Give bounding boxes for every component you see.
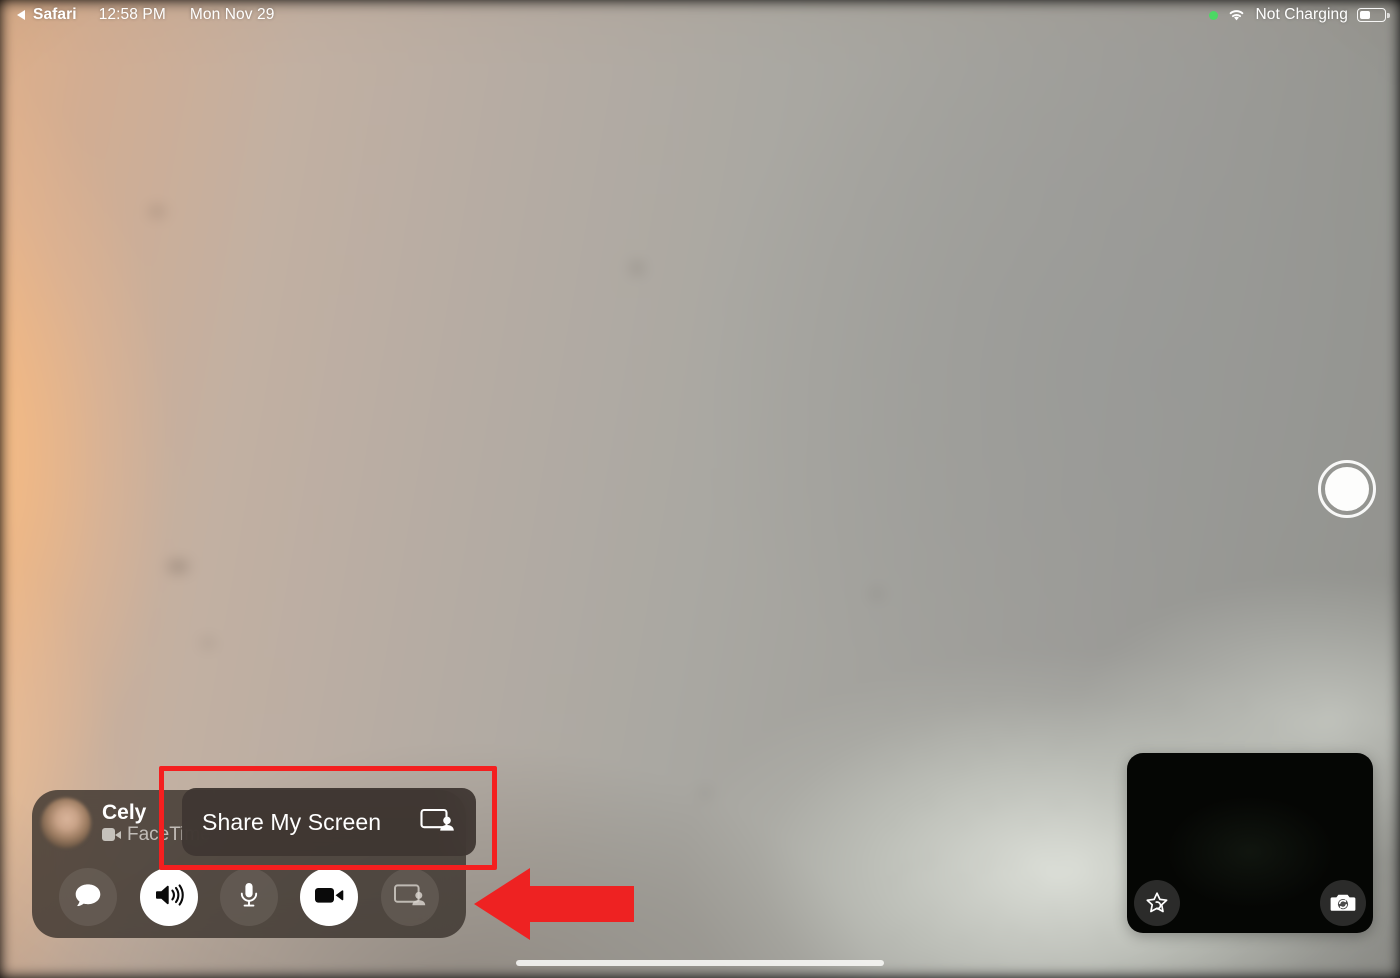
annotation-highlight-rectangle <box>159 766 497 870</box>
home-indicator-bar[interactable] <box>516 960 884 966</box>
battery-icon <box>1357 8 1390 22</box>
effects-star-icon[interactable] <box>1134 880 1180 926</box>
wifi-icon <box>1227 8 1246 22</box>
status-back-app-label[interactable]: Safari <box>33 6 77 24</box>
status-date: Mon Nov 29 <box>189 6 275 23</box>
status-bar: Safari 12:58 PM Mon Nov 29 Not Charging <box>0 0 1400 30</box>
messages-button[interactable] <box>59 868 118 926</box>
share-screen-icon <box>393 882 427 913</box>
status-time: 12:58 PM <box>98 6 166 23</box>
capture-shutter-icon[interactable] <box>1318 460 1376 518</box>
microphone-button[interactable] <box>219 868 278 926</box>
battery-status-label: Not Charging <box>1255 6 1348 23</box>
ipad-facetime-screen: Safari 12:58 PM Mon Nov 29 Not Charging <box>0 0 1400 978</box>
flip-camera-icon[interactable] <box>1320 880 1366 926</box>
video-camera-icon <box>102 828 121 842</box>
video-camera-icon <box>313 883 345 912</box>
green-dot-icon <box>1209 10 1219 20</box>
microphone-icon <box>236 880 262 915</box>
annotation-arrow-left <box>474 866 634 942</box>
speaker-waves-icon <box>153 881 185 914</box>
camera-button[interactable] <box>300 868 359 926</box>
triangle-left-icon[interactable] <box>17 10 25 20</box>
call-controls-row <box>32 868 466 926</box>
share-screen-button[interactable] <box>380 868 439 926</box>
message-bubble-icon <box>73 881 103 914</box>
speaker-button[interactable] <box>139 868 198 926</box>
self-view-pip[interactable] <box>1127 753 1373 933</box>
contact-avatar <box>41 798 91 848</box>
